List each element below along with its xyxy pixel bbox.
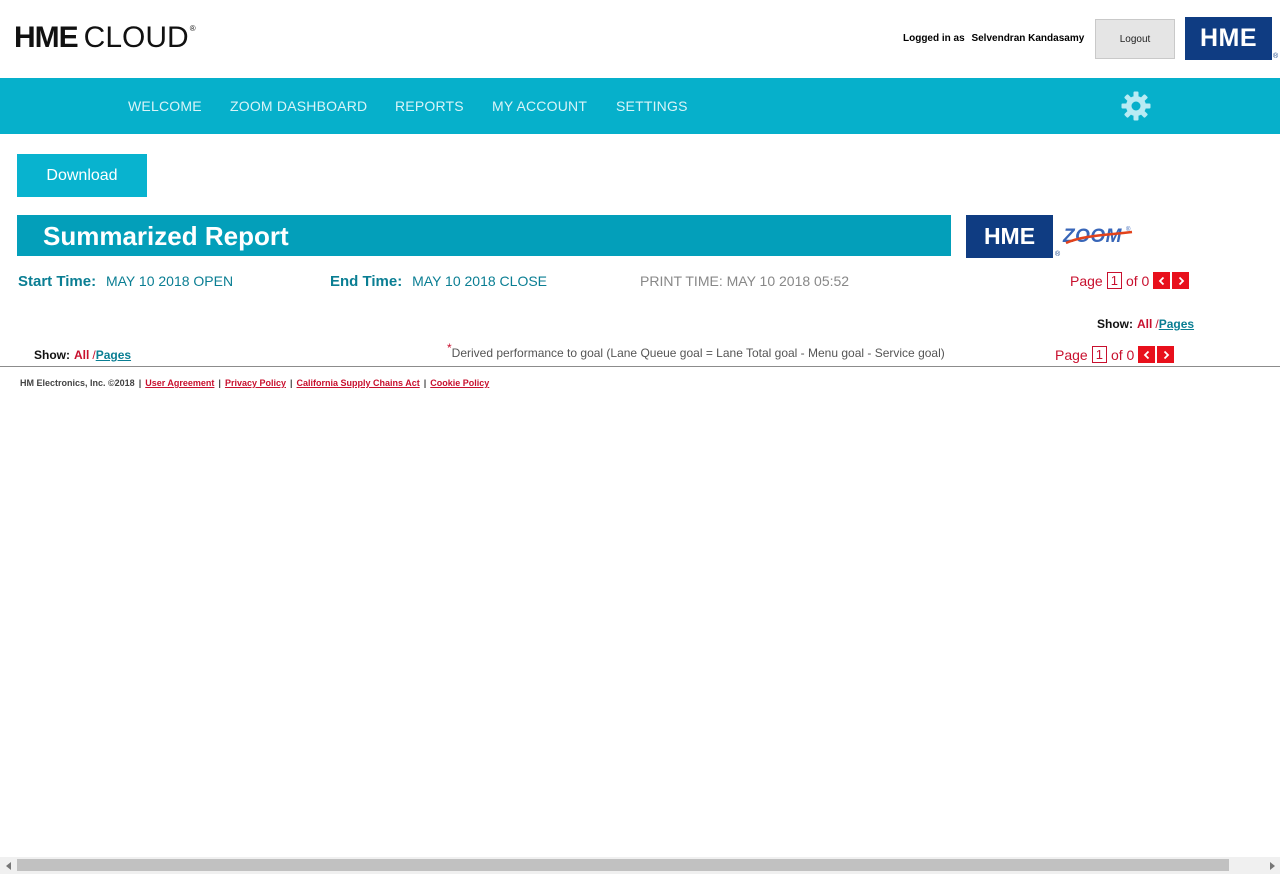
next-page-button[interactable] xyxy=(1172,272,1190,289)
nav-item-settings[interactable]: SETTINGS xyxy=(616,98,688,114)
nav-item-my-account[interactable]: MY ACCOUNT xyxy=(492,98,587,114)
logged-in-info: Logged in as Selvendran Kandasamy xyxy=(903,33,1084,44)
zoom-logo-swoosh-icon xyxy=(1065,230,1133,245)
pager-top: Page 1 of 0 xyxy=(1070,272,1190,289)
end-time-label: End Time: xyxy=(330,273,403,290)
footer: HM Electronics, Inc. ©2018 | User Agreemen… xyxy=(20,378,490,388)
footer-link-cookie-policy[interactable]: Cookie Policy xyxy=(430,378,489,388)
show-all-link[interactable]: All xyxy=(74,348,89,362)
chevron-right-icon xyxy=(1178,276,1185,285)
pager-page-label: Page xyxy=(1055,346,1088,363)
hme-report-registered-mark: ® xyxy=(1055,251,1061,258)
show-pages-link[interactable]: Pages xyxy=(96,348,131,362)
footer-link-california-supply-chains-act[interactable]: California Supply Chains Act xyxy=(297,378,420,388)
print-time: PRINT TIME: MAY 10 2018 05:52 xyxy=(640,273,850,289)
download-button[interactable]: Download xyxy=(17,154,147,197)
footer-divider xyxy=(0,366,1280,367)
hme-logo-registered-mark: ® xyxy=(1273,53,1279,60)
brand-registered-mark: ® xyxy=(189,24,196,33)
footer-copyright: HM Electronics, Inc. ©2018 xyxy=(20,378,135,388)
pager-of-label: of 0 xyxy=(1125,272,1150,289)
horizontal-scrollbar[interactable] xyxy=(0,857,1280,874)
scrollbar-thumb[interactable] xyxy=(17,859,1229,871)
start-time-value: MAY 10 2018 OPEN xyxy=(105,273,234,289)
gear-icon[interactable] xyxy=(1120,90,1152,122)
hme-cloud-logo: HME CLOUD ® xyxy=(14,23,196,53)
show-label: Show: xyxy=(1097,317,1133,331)
footer-link-user-agreement[interactable]: User Agreement xyxy=(145,378,214,388)
hme-logo: HME xyxy=(1185,17,1272,60)
user-name: Selvendran Kandasamy xyxy=(971,33,1085,44)
pager-page-label: Page xyxy=(1070,272,1103,289)
report-title: Summarized Report xyxy=(17,215,951,256)
prev-page-button[interactable] xyxy=(1138,346,1156,363)
derived-note: *Derived performance to goal (Lane Queue… xyxy=(447,341,945,360)
pager-of-label: of 0 xyxy=(1110,346,1135,363)
pager-bottom: Page 1 of 0 xyxy=(1055,346,1175,363)
brand-cloud-text: CLOUD xyxy=(83,21,189,54)
end-time-value: MAY 10 2018 CLOSE xyxy=(412,273,548,289)
show-label: Show: xyxy=(34,348,70,362)
chevron-right-icon xyxy=(1163,350,1170,359)
start-time-label: Start Time: xyxy=(18,273,97,290)
show-pages-link[interactable]: Pages xyxy=(1159,317,1194,331)
show-all-link[interactable]: All xyxy=(1137,317,1152,331)
logged-in-label: Logged in as xyxy=(903,33,965,44)
nav-item-welcome[interactable]: WELCOME xyxy=(128,98,202,114)
scroll-left-arrow-icon[interactable] xyxy=(0,857,17,874)
app-header: HME CLOUD ® Logged in as Selvendran Kand… xyxy=(0,0,1280,78)
nav-item-reports[interactable]: REPORTS xyxy=(395,98,464,114)
derived-note-star: * xyxy=(447,341,452,355)
footer-link-privacy-policy[interactable]: Privacy Policy xyxy=(225,378,286,388)
show-filter-bottom: Show: All/Pages xyxy=(34,348,131,362)
next-page-button[interactable] xyxy=(1157,346,1175,363)
derived-note-text: Derived performance to goal (Lane Queue … xyxy=(451,346,945,360)
chevron-left-icon xyxy=(1158,276,1164,285)
end-time: End Time: MAY 10 2018 CLOSE xyxy=(330,273,547,290)
pager-current-page[interactable]: 1 xyxy=(1106,272,1122,289)
logout-button[interactable]: Logout xyxy=(1095,19,1175,59)
chevron-left-icon xyxy=(1143,350,1149,359)
scroll-right-arrow-icon[interactable] xyxy=(1263,857,1280,874)
nav-item-zoom-dashboard[interactable]: ZOOM DASHBOARD xyxy=(230,98,367,114)
brand-hme-text: HME xyxy=(14,21,79,54)
zoom-registered-mark: ® xyxy=(1126,227,1131,233)
pager-current-page[interactable]: 1 xyxy=(1091,346,1107,363)
start-time: Start Time: MAY 10 2018 OPEN xyxy=(18,273,233,290)
hme-logo-report: HME xyxy=(966,215,1053,258)
show-filter-top: Show: All/Pages xyxy=(1097,317,1194,331)
prev-page-button[interactable] xyxy=(1153,272,1171,289)
main-nav: WELCOME ZOOM DASHBOARD REPORTS MY ACCOUN… xyxy=(0,78,1280,134)
